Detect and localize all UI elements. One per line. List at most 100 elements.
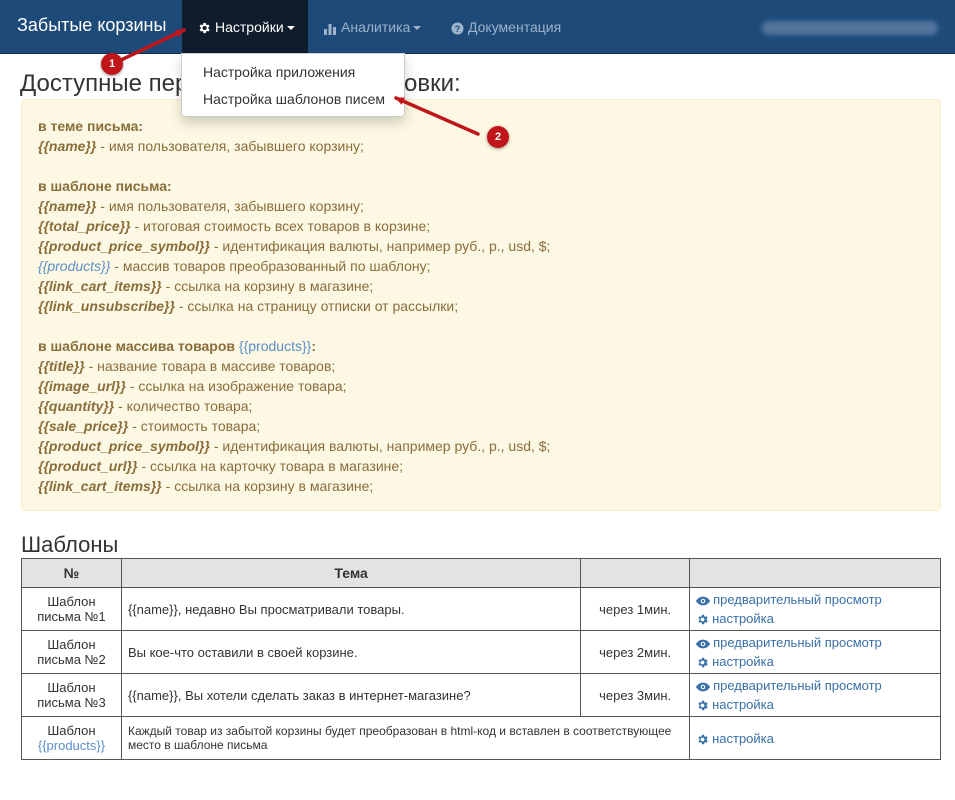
preview-link[interactable]: предварительный просмотр: [696, 633, 934, 652]
template-subject: Вы кое-что оставили в своей корзине.: [120, 630, 582, 674]
variable-product-url: {{product_url}}: [38, 458, 138, 474]
eye-icon: [696, 682, 711, 691]
variable-desc: - имя пользователя, забывшего корзину;: [96, 138, 364, 154]
eye-icon: [696, 596, 711, 605]
nav-documentation-label: Документация: [468, 19, 562, 35]
table-row: Шаблон письма №1 {{name}}, недавно Вы про…: [21, 587, 941, 631]
variable-link-cart-items: {{link_cart_items}}: [38, 278, 162, 294]
template-subject: {{name}}, недавно Вы просматривали товар…: [120, 587, 582, 631]
template-name-line: письма №3: [37, 695, 106, 710]
variable-desc: - идентификация валюты, например руб., р…: [209, 438, 551, 454]
template-name-line: Шаблон: [47, 680, 96, 695]
variable-desc: - массив товаров преобразованный по шабл…: [110, 258, 431, 274]
annotation-badge-2: 2: [487, 126, 509, 148]
column-header-subject: Тема: [120, 558, 582, 588]
variable-quantity: {{quantity}}: [38, 398, 115, 414]
column-header-number: №: [21, 558, 122, 588]
template-actions: предварительный просмотр настройка: [689, 587, 941, 631]
annotation-badge-1: 1: [101, 53, 123, 75]
eye-icon: [696, 639, 711, 648]
template-name-line: Шаблон: [47, 594, 96, 609]
preview-link-label: предварительный просмотр: [713, 678, 882, 693]
templates-heading: Шаблоны: [21, 532, 119, 557]
section-title-subject: в теме письма:: [38, 118, 144, 134]
settings-link-label: настройка: [712, 730, 774, 746]
template-subject: Каждый товар из забытой корзины будет пр…: [120, 716, 691, 760]
nav-settings[interactable]: Настройки: [182, 0, 308, 54]
template-subject: {{name}}, Вы хотели сделать заказ в инте…: [120, 673, 582, 717]
variable-desc: - количество товара;: [114, 398, 253, 414]
brand-title[interactable]: Забытые корзины: [17, 15, 166, 36]
gear-icon: [698, 657, 708, 668]
variable-products: {{products}}: [38, 258, 111, 274]
settings-link[interactable]: настройка: [696, 695, 934, 714]
variable-name: {{name}}: [38, 138, 97, 154]
variable-desc: - имя пользователя, забывшего корзину;: [96, 198, 364, 214]
settings-link[interactable]: настройка: [696, 609, 934, 628]
question-circle-icon: ?: [451, 22, 464, 35]
preview-link-label: предварительный просмотр: [713, 635, 882, 650]
preview-link-label: предварительный просмотр: [713, 592, 882, 607]
settings-link-label: настройка: [712, 654, 774, 669]
template-subject-line: место в шаблоне письма: [127, 738, 268, 752]
section-title-colon: :: [311, 338, 316, 354]
template-name-products: {{products}}: [37, 738, 106, 753]
settings-link[interactable]: настройка: [696, 729, 934, 748]
variable-link-unsubscribe: {{link_unsubscribe}}: [38, 298, 175, 314]
variable-desc: - ссылка на корзину в магазине;: [161, 278, 374, 294]
template-delay: через 1мин.: [580, 587, 691, 631]
table-row: Шаблон письма №2 Вы кое-что оставили в св…: [21, 630, 941, 674]
nav-documentation[interactable]: ? Документация: [451, 0, 561, 54]
chevron-down-icon: [413, 26, 422, 31]
template-subject-line: Каждый товар из забытой корзины будет пр…: [127, 724, 672, 738]
chevron-down-icon: [286, 26, 295, 31]
gear-icon: [698, 700, 708, 711]
variable-desc: - итоговая стоимость всех товаров в корз…: [130, 218, 431, 234]
variable-image-url: {{image_url}}: [38, 378, 126, 394]
svg-text:?: ?: [455, 24, 461, 34]
settings-dropdown-menu: Настройка приложения Настройка шаблонов …: [181, 53, 405, 117]
variable-product-price-symbol: {{product_price_symbol}}: [38, 238, 210, 254]
gear-icon: [698, 614, 708, 625]
template-name-line: Шаблон: [47, 637, 96, 652]
template-name-line: письма №1: [37, 609, 106, 624]
variable-product-price-symbol: {{product_price_symbol}}: [38, 438, 210, 454]
preview-link[interactable]: предварительный просмотр: [696, 676, 934, 695]
template-name-line: Шаблон: [47, 723, 96, 738]
variable-name: {{name}}: [38, 198, 97, 214]
template-actions: настройка: [689, 716, 941, 760]
top-navbar: Забытые корзины Настройки Аналитика ? Док…: [0, 0, 955, 54]
template-delay: через 3мин.: [580, 673, 691, 717]
table-row: Шаблон {{products}} Каждый товар из забыт…: [21, 716, 941, 760]
settings-link-label: настройка: [712, 697, 774, 712]
column-header-delay: [580, 558, 691, 588]
preview-link[interactable]: предварительный просмотр: [696, 590, 934, 609]
template-name-cell: Шаблон письма №2: [21, 630, 122, 674]
menu-item-email-templates-settings[interactable]: Настройка шаблонов писем: [203, 91, 385, 107]
nav-analytics[interactable]: Аналитика: [323, 0, 422, 54]
gear-icon: [199, 23, 210, 34]
column-header-actions: [689, 558, 941, 588]
variable-desc: - ссылка на изображение товара;: [125, 378, 347, 394]
section-title-products: в шаблоне массива товаров: [38, 338, 239, 354]
variable-desc: - идентификация валюты, например руб., р…: [209, 238, 551, 254]
variables-panel: в теме письма: {{name}} - имя пользовате…: [21, 99, 941, 511]
settings-link[interactable]: настройка: [696, 652, 934, 671]
settings-link-label: настройка: [712, 611, 774, 626]
variable-link-cart-items: {{link_cart_items}}: [38, 478, 162, 494]
variable-desc: - ссылка на карточку товара в магазине;: [137, 458, 404, 474]
variable-title: {{title}}: [38, 358, 85, 374]
user-account-blurred[interactable]: [762, 21, 938, 35]
bar-chart-icon: [324, 23, 336, 35]
template-actions: предварительный просмотр настройка: [689, 673, 941, 717]
template-name-cell: Шаблон письма №3: [21, 673, 122, 717]
variable-desc: - стоимость товара;: [128, 418, 261, 434]
menu-item-app-settings[interactable]: Настройка приложения: [203, 64, 355, 80]
variable-desc: - ссылка на корзину в магазине;: [161, 478, 374, 494]
variable-total-price: {{total_price}}: [38, 218, 131, 234]
table-row: Шаблон письма №3 {{name}}, Вы хотели сдел…: [21, 673, 941, 717]
template-actions: предварительный просмотр настройка: [689, 630, 941, 674]
gear-icon: [698, 734, 708, 744]
variable-desc: - ссылка на страницу отписки от рассылки…: [174, 298, 459, 314]
template-name-line: письма №2: [37, 652, 106, 667]
